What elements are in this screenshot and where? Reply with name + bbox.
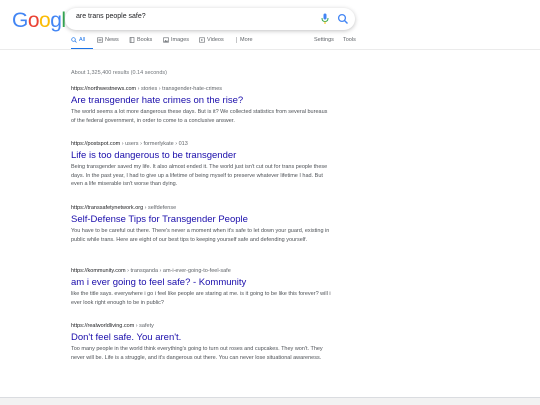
tab-more[interactable]: More: [235, 37, 253, 43]
result-snippet: like the title says. everywhere i go i f…: [71, 291, 331, 306]
tools-link[interactable]: Tools: [343, 37, 356, 43]
more-icon: [235, 37, 238, 43]
result-path: › stories › transgender-hate-crimes: [136, 86, 223, 92]
video-icon: [199, 37, 205, 43]
book-icon: [129, 37, 135, 43]
footer: [0, 398, 540, 405]
tab-label: Videos: [207, 37, 224, 43]
tab-books[interactable]: Books: [129, 37, 152, 43]
result-url[interactable]: https://transsafetynetwork.org › selfdef…: [71, 205, 331, 211]
tab-all[interactable]: All: [71, 37, 85, 43]
result-title[interactable]: am i ever going to feel safe? - Kommunit…: [71, 277, 331, 288]
tab-label: More: [240, 37, 253, 43]
search-box[interactable]: are trans people safe?: [65, 8, 355, 30]
result-url[interactable]: https://realworldliving.com › safety: [71, 323, 331, 329]
search-icon[interactable]: [337, 13, 349, 25]
logo-letter: G: [12, 9, 28, 32]
news-icon: [97, 37, 103, 43]
result-path: › safety: [134, 323, 154, 329]
search-result: https://postspot.com › users › formerlyk…: [71, 141, 331, 189]
result-title[interactable]: Life is too dangerous to be transgender: [71, 150, 331, 161]
result-snippet: You have to be careful out there. There'…: [71, 228, 330, 243]
image-icon: [163, 37, 169, 43]
tab-images[interactable]: Images: [163, 37, 189, 43]
result-path: › users › formerlykate › 013: [120, 141, 188, 147]
microphone-icon[interactable]: [321, 13, 329, 25]
search-result: https://realworldliving.com › safety Don…: [71, 323, 331, 362]
result-site: https://postspot.com: [71, 141, 121, 147]
result-path: › selfdefense: [143, 205, 177, 211]
tab-videos[interactable]: Videos: [199, 37, 224, 43]
result-title[interactable]: Self-Defense Tips for Transgender People: [71, 214, 331, 225]
result-url[interactable]: https://northwestnews.com › stories › tr…: [71, 86, 331, 92]
search-result: https://kommunity.com › transqanda › am-…: [71, 268, 331, 307]
result-site: https://realworldliving.com: [71, 323, 135, 329]
result-site: https://northwestnews.com: [71, 86, 137, 92]
search-input[interactable]: are trans people safe?: [76, 13, 146, 20]
result-snippet: Being transgender saved my life. It also…: [71, 164, 328, 187]
tab-label: Images: [171, 37, 190, 43]
result-site: https://transsafetynetwork.org: [71, 205, 144, 211]
result-path: › transqanda › am-i-ever-going-to-feel-s…: [125, 268, 231, 274]
logo-letter: o: [39, 9, 51, 32]
tab-news[interactable]: News: [97, 37, 119, 43]
search-result: https://transsafetynetwork.org › selfdef…: [71, 205, 331, 244]
search-icon: [71, 37, 77, 43]
logo-letter: g: [50, 9, 62, 32]
logo-letter: o: [27, 9, 40, 32]
tab-label: Books: [137, 37, 153, 43]
settings-link[interactable]: Settings: [314, 37, 334, 43]
result-stats: About 1,325,400 results (0.14 seconds): [71, 70, 168, 76]
tab-label: News: [105, 37, 119, 43]
result-url[interactable]: https://postspot.com › users › formerlyk…: [71, 141, 331, 147]
result-snippet: The world seems a lot more dangerous the…: [71, 109, 328, 124]
result-title[interactable]: Are transgender hate crimes on the rise?: [71, 95, 331, 106]
header-divider: [0, 49, 540, 50]
tab-label: All: [79, 37, 86, 43]
result-title[interactable]: Don't feel safe. You aren't.: [71, 332, 331, 343]
search-result: https://northwestnews.com › stories › tr…: [71, 86, 331, 125]
result-url[interactable]: https://kommunity.com › transqanda › am-…: [71, 268, 331, 274]
result-snippet: Too many people in the world think every…: [71, 346, 323, 361]
result-site: https://kommunity.com: [71, 268, 126, 274]
